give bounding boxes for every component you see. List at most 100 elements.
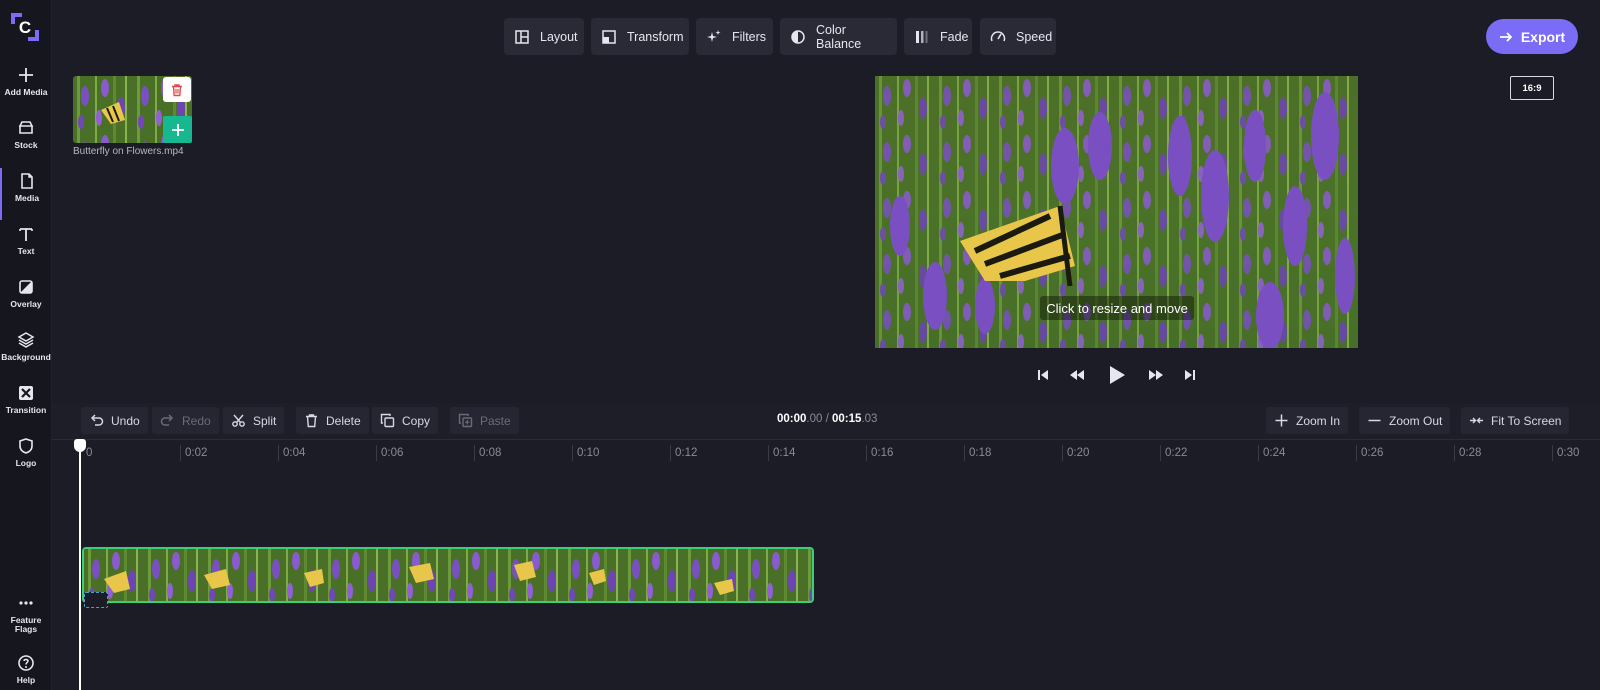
sidebar-item-background[interactable]: Background (0, 327, 52, 379)
video-clip[interactable] (82, 547, 814, 603)
trash-icon (304, 413, 319, 428)
sidebar-item-add-media[interactable]: Add Media (0, 62, 52, 114)
delete-label: Delete (326, 413, 361, 428)
sidebar-item-label: Add Media (4, 87, 48, 97)
file-icon (18, 172, 36, 190)
fade-label: Fade (940, 29, 969, 44)
speedometer-icon (990, 29, 1006, 45)
sidebar-item-help[interactable]: Help (0, 650, 52, 690)
color-balance-icon (790, 29, 806, 45)
copy-icon (380, 413, 395, 428)
sidebar-item-label: Overlay (10, 299, 42, 309)
plus-icon (17, 66, 35, 84)
overlay-icon (17, 278, 35, 296)
speed-label: Speed (1016, 29, 1053, 44)
ruler-tick-label: 0:26 (1356, 445, 1383, 461)
export-button[interactable]: Export (1486, 19, 1578, 54)
sidebar-item-feature-flags[interactable]: Feature Flags (0, 590, 52, 646)
sidebar-item-overlay[interactable]: Overlay (0, 274, 52, 326)
sidebar-item-label: Transition (5, 405, 47, 415)
trash-icon (170, 83, 184, 97)
ruler-tick-label: 0:18 (964, 445, 991, 461)
layers-icon (17, 331, 35, 349)
play-button[interactable] (1106, 362, 1128, 388)
zoom-in-label: Zoom In (1296, 413, 1341, 428)
playhead[interactable] (79, 446, 81, 690)
sidebar-item-label: Background (1, 352, 51, 362)
text-icon (17, 225, 35, 243)
paste-label: Paste (480, 413, 511, 428)
sidebar-item-label: Logo (15, 458, 37, 468)
redo-icon (160, 413, 175, 428)
media-file-name: Butterfly on Flowers.mp4 (73, 146, 184, 157)
zoom-in-button[interactable]: Zoom In (1266, 407, 1349, 434)
split-button[interactable]: Split (223, 407, 285, 434)
delete-media-button[interactable] (163, 77, 191, 102)
delete-button[interactable]: Delete (296, 407, 369, 434)
export-label: Export (1520, 28, 1566, 45)
clip-track-handle[interactable] (84, 592, 108, 608)
fade-button[interactable]: Fade (904, 18, 972, 55)
color-balance-label: Color Balance (816, 22, 862, 51)
layout-button[interactable]: Layout (504, 18, 584, 55)
sidebar-item-stock[interactable]: Stock (0, 115, 52, 167)
playhead-handle[interactable] (74, 439, 86, 452)
fit-to-screen-button[interactable]: Fit To Screen (1461, 407, 1570, 434)
svg-text:C: C (19, 18, 31, 37)
aspect-ratio-button[interactable]: 16:9 (1510, 76, 1554, 100)
fast-forward-button[interactable] (1147, 365, 1165, 385)
zoom-out-button[interactable]: Zoom Out (1359, 407, 1451, 434)
layout-icon (514, 29, 530, 45)
sidebar-item-label: Media (14, 193, 40, 203)
plus-icon (1274, 413, 1289, 428)
ruler-tick-label: 0:10 (572, 445, 599, 461)
more-icon (17, 594, 35, 612)
timecode-display: 00:00.00 / 00:15.03 (777, 413, 878, 425)
sidebar-item-label: Help (16, 675, 36, 685)
ruler-tick-label: 0:04 (278, 445, 305, 461)
redo-label: Redo (182, 413, 211, 428)
fast-forward-icon (1149, 370, 1163, 380)
layout-label: Layout (540, 29, 578, 44)
left-sidebar: C Add Media Stock Media Text Overlay Bac… (0, 0, 52, 690)
ruler-tick-label: 0:06 (376, 445, 403, 461)
redo-button[interactable]: Redo (152, 407, 219, 434)
minus-icon (1367, 413, 1382, 428)
rewind-button[interactable] (1068, 365, 1086, 385)
ruler-tick-label: 0:16 (866, 445, 893, 461)
ruler-tick-label: 0:28 (1454, 445, 1481, 461)
undo-label: Undo (111, 413, 140, 428)
sidebar-item-text[interactable]: Text (0, 221, 52, 273)
rewind-icon (1070, 370, 1084, 380)
ruler-tick-label: 0:12 (670, 445, 697, 461)
copy-label: Copy (402, 413, 431, 428)
transform-label: Transform (627, 29, 684, 44)
sidebar-item-media[interactable]: Media (0, 168, 52, 220)
add-to-timeline-button[interactable] (163, 116, 192, 143)
split-label: Split (253, 413, 277, 428)
paste-button[interactable]: Paste (450, 407, 519, 434)
skip-to-end-button[interactable] (1183, 365, 1197, 385)
help-icon (17, 654, 35, 672)
sidebar-item-transition[interactable]: Transition (0, 380, 52, 432)
speed-button[interactable]: Speed (980, 18, 1056, 55)
skip-to-start-button[interactable] (1036, 365, 1050, 385)
shield-icon (17, 437, 35, 455)
play-icon (1110, 366, 1125, 384)
filters-button[interactable]: Filters (696, 18, 773, 55)
fit-screen-icon (1469, 413, 1484, 428)
skip-back-icon (1038, 370, 1048, 380)
transform-button[interactable]: Transform (591, 18, 689, 55)
ruler-tick-label: 0:22 (1160, 445, 1187, 461)
copy-button[interactable]: Copy (372, 407, 439, 434)
stock-icon (17, 119, 35, 137)
sidebar-item-label: Stock (14, 140, 38, 150)
sidebar-item-label: Feature Flags (10, 615, 42, 634)
sidebar-item-label: Text (17, 246, 35, 256)
app-logo[interactable]: C (8, 10, 42, 44)
arrow-right-icon (1499, 30, 1513, 44)
undo-button[interactable]: Undo (81, 407, 148, 434)
transition-icon (17, 384, 35, 402)
sidebar-item-logo[interactable]: Logo (0, 433, 52, 485)
color-balance-button[interactable]: Color Balance (780, 18, 897, 55)
